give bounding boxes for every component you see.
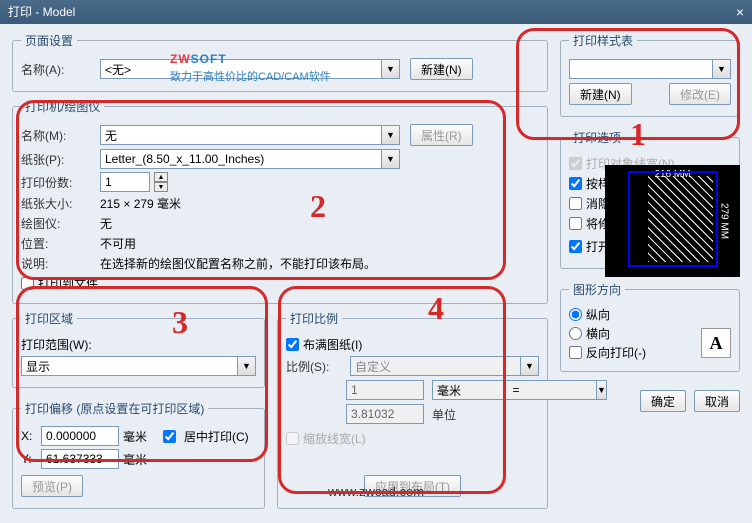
style-table-group: 打印样式表 无 ▼ 新建(N) 修改(E) (560, 32, 740, 117)
opt4-checkbox[interactable] (569, 217, 582, 230)
opt2-checkbox[interactable] (569, 177, 582, 190)
paper-combo[interactable] (100, 149, 382, 169)
scale-lw-label: 缩放线宽(L) (303, 430, 366, 447)
y-label: Y: (21, 452, 37, 466)
to-file-label: 打印到文件 (38, 275, 98, 292)
printer-props-button: 属性(R) (410, 124, 473, 146)
chevron-down-icon[interactable]: ▼ (521, 356, 539, 376)
printer-legend: 打印机/绘图仪 (21, 98, 104, 115)
printer-name-combo[interactable] (100, 125, 382, 145)
scale-legend: 打印比例 (286, 310, 342, 327)
copies-up-button[interactable]: ▲ (154, 172, 168, 182)
size-label: 纸张大小: (21, 195, 96, 212)
plotter-value: 无 (100, 215, 112, 232)
printer-name-label: 名称(M): (21, 127, 96, 144)
orientation-legend: 图形方向 (569, 281, 625, 298)
x-input[interactable] (41, 426, 119, 446)
desc-label: 说明: (21, 255, 96, 272)
scale-lw-checkbox (286, 432, 299, 445)
window-title: 打印 - Model (8, 0, 75, 24)
pos-label: 位置: (21, 235, 96, 252)
offset-group: 打印偏移 (原点设置在可打印区域) X: 毫米 居中打印(C) Y: 毫米 (12, 400, 265, 509)
opt1-checkbox (569, 157, 582, 170)
equals-label: = (508, 383, 524, 397)
center-label: 居中打印(C) (184, 428, 249, 445)
scale-u2-label: 单位 (432, 406, 502, 423)
page-name-label: 名称(A): (21, 61, 96, 78)
cancel-button[interactable]: 取消 (694, 390, 740, 412)
printer-group: 打印机/绘图仪 名称(M): ▼ 属性(R) 纸张(P): ▼ 打印份数: (12, 98, 548, 304)
reverse-label: 反向打印(-) (586, 344, 646, 361)
range-label: 打印范围(W): (21, 336, 92, 353)
opt5-checkbox[interactable] (569, 240, 582, 253)
plotter-label: 绘图仪: (21, 215, 96, 232)
page-setup-legend: 页面设置 (21, 32, 77, 49)
reverse-checkbox[interactable] (569, 346, 582, 359)
copies-label: 打印份数: (21, 174, 96, 191)
page-setup-group: 页面设置 名称(A): ▼ 新建(N) (12, 32, 548, 92)
style-edit-button: 修改(E) (669, 83, 731, 105)
pos-value: 不可用 (100, 235, 136, 252)
center-checkbox[interactable] (163, 430, 176, 443)
landscape-label: 横向 (586, 325, 610, 342)
print-area-legend: 打印区域 (21, 310, 77, 327)
chevron-down-icon[interactable]: ▼ (382, 149, 400, 169)
print-area-group: 打印区域 打印范围(W): ▼ (12, 310, 265, 388)
scale-n1-input (346, 380, 424, 400)
style-table-combo[interactable]: 无 (569, 59, 713, 79)
orientation-group: 图形方向 纵向 横向 反向打印(-) A (560, 281, 740, 372)
orientation-icon: A (701, 328, 731, 358)
y-input[interactable] (41, 449, 119, 469)
close-icon[interactable]: × (736, 0, 744, 24)
chevron-down-icon[interactable]: ▼ (382, 59, 400, 79)
paper-label: 纸张(P): (21, 151, 96, 168)
style-table-legend: 打印样式表 (569, 32, 637, 49)
chevron-down-icon[interactable]: ▼ (382, 125, 400, 145)
preview-button: 预览(P) (21, 475, 83, 497)
preview-height-label: 279 MM (719, 203, 730, 239)
scale-n2-input (346, 404, 424, 424)
desc-value: 在选择新的绘图仪配置名称之前，不能打印该布局。 (100, 255, 539, 272)
titlebar: 打印 - Model × (0, 0, 752, 24)
size-value: 215 × 279 毫米 (100, 195, 181, 212)
chevron-down-icon[interactable]: ▼ (597, 380, 607, 400)
portrait-radio[interactable] (569, 308, 582, 321)
x-label: X: (21, 429, 37, 443)
opt3-checkbox[interactable] (569, 197, 582, 210)
y-unit: 毫米 (123, 451, 147, 468)
scale-group: 打印比例 布满图纸(I) 比例(S): ▼ ▼ = 单位 (277, 310, 548, 509)
ok-button[interactable]: 确定 (640, 390, 686, 412)
print-options-legend: 打印选项 (569, 129, 625, 146)
fit-checkbox[interactable] (286, 338, 299, 351)
fit-label: 布满图纸(I) (303, 336, 362, 353)
landscape-radio[interactable] (569, 327, 582, 340)
page-new-button[interactable]: 新建(N) (410, 58, 473, 80)
portrait-label: 纵向 (586, 306, 610, 323)
ratio-combo[interactable] (350, 356, 521, 376)
copies-input[interactable] (100, 172, 150, 192)
url-label: www.zwcad.com (328, 484, 424, 499)
offset-legend: 打印偏移 (原点设置在可打印区域) (21, 400, 208, 417)
chevron-down-icon[interactable]: ▼ (713, 59, 731, 79)
page-name-combo[interactable] (100, 59, 382, 79)
paper-preview: 216 MM 279 MM (605, 165, 740, 277)
copies-down-button[interactable]: ▼ (154, 182, 168, 192)
ratio-label: 比例(S): (286, 358, 346, 375)
range-combo[interactable] (21, 356, 238, 376)
to-file-checkbox[interactable] (21, 277, 34, 290)
style-new-button[interactable]: 新建(N) (569, 83, 632, 105)
x-unit: 毫米 (123, 428, 147, 445)
chevron-down-icon[interactable]: ▼ (238, 356, 256, 376)
